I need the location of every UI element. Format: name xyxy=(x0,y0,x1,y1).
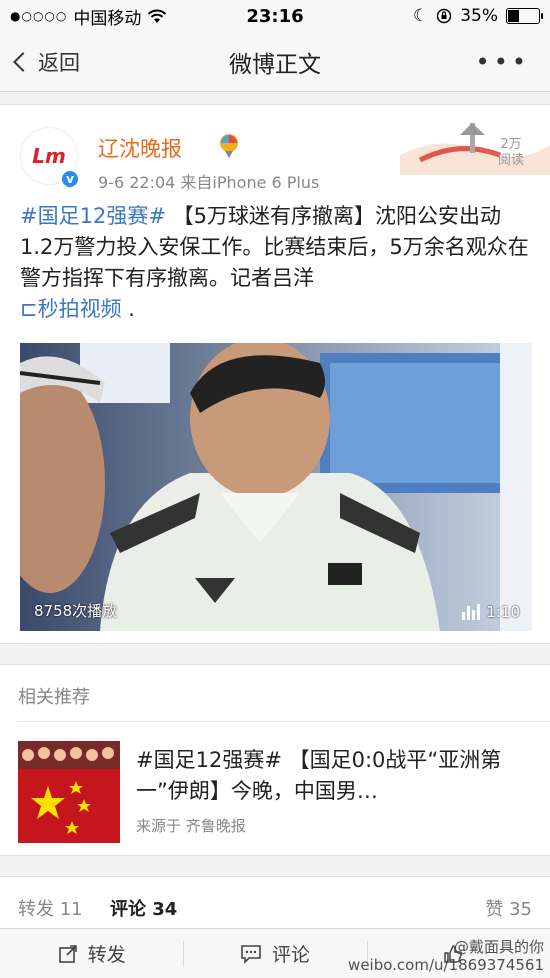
post-card: Lm v 辽沈晚报 9-6 22:04 来自iPhone 6 Plus 2万 阅… xyxy=(0,104,550,644)
member-badge-icon xyxy=(220,134,238,158)
chevron-left-icon xyxy=(13,51,33,72)
video-play-count: 8758次播放 xyxy=(34,602,118,620)
watermark-url: weibo.com/u/1869374561 xyxy=(348,956,544,974)
video-player[interactable]: 8758次播放 1:10 xyxy=(20,343,532,631)
video-link[interactable]: ⊏秒拍视频 xyxy=(20,297,122,321)
post-meta: 9-6 22:04 来自iPhone 6 Plus xyxy=(98,173,320,192)
repost-label: 转发 xyxy=(87,944,126,966)
video-link-label: 秒拍视频 xyxy=(37,297,122,321)
audio-bars-icon xyxy=(462,604,481,620)
battery-icon xyxy=(506,8,543,24)
comment-button[interactable]: 评论 xyxy=(183,929,366,978)
avatar-logo: Lm xyxy=(32,144,66,168)
related-heading: 相关推荐 xyxy=(18,687,90,708)
carrier-name: 中国移动 xyxy=(73,8,142,29)
tab-like[interactable]: 赞 35 xyxy=(485,895,532,921)
divider xyxy=(18,721,550,722)
battery-percent: 35% xyxy=(460,6,498,26)
page-title: 微博正文 xyxy=(229,51,321,78)
repost-button[interactable]: 转发 xyxy=(0,929,183,978)
video-duration-value: 1:10 xyxy=(486,603,520,621)
post-trailing: . xyxy=(121,297,135,321)
flag-thumbnail-image xyxy=(18,741,120,843)
read-count-value: 2万 xyxy=(500,137,522,152)
tab-repost[interactable]: 转发 11 xyxy=(18,895,83,921)
post-text: #国足12强赛# 【5万球迷有序撤离】沈阳公安出动1.2万警力投入安保工作。比赛… xyxy=(20,201,532,325)
read-count: 2万 阅读 xyxy=(498,137,524,169)
video-thumbnail xyxy=(20,343,532,631)
celebration-decoration-icon xyxy=(400,123,550,175)
related-section: 相关推荐 #国足12强赛# 【国足0:0战平“亚洲第一”伊朗】今晚，中国男… 来… xyxy=(0,664,550,856)
back-button[interactable]: 返回 xyxy=(13,47,80,77)
moon-icon: ☾ xyxy=(412,6,429,26)
verified-icon: v xyxy=(60,169,80,189)
watermark-handle: @戴面具的你 xyxy=(453,938,544,956)
interaction-tabs: 转发 11 评论 34 赞 35 xyxy=(0,876,550,928)
tab-comment[interactable]: 评论 34 xyxy=(110,895,177,921)
status-bar: ●○○○○ 中国移动 23:16 ☾ 35% xyxy=(0,0,550,32)
battery-fill xyxy=(508,10,520,22)
watermark: @戴面具的你 weibo.com/u/1869374561 xyxy=(348,938,544,974)
related-item-title[interactable]: #国足12强赛# 【国足0:0战平“亚洲第一”伊朗】今晚，中国男… xyxy=(136,745,536,807)
wifi-icon xyxy=(148,9,167,23)
back-label: 返回 xyxy=(38,50,80,75)
repost-icon xyxy=(58,944,77,963)
hashtag-link[interactable]: #国足12强赛# xyxy=(20,204,166,228)
related-thumbnail[interactable] xyxy=(18,741,120,843)
author-name[interactable]: 辽沈晚报 xyxy=(98,133,182,163)
signal-icon: ●○○○○ xyxy=(10,9,68,23)
comment-label: 评论 xyxy=(271,944,310,966)
nav-bar: 返回 微博正文 ••• xyxy=(0,32,550,92)
rotation-lock-icon xyxy=(436,8,452,24)
bottom-toolbar: 转发 评论 @戴面具的你 weibo.com/u/1869374561 xyxy=(0,928,550,978)
read-count-label: 阅读 xyxy=(497,153,524,168)
video-duration: 1:10 xyxy=(462,603,520,621)
comment-icon xyxy=(241,944,261,964)
related-item-source: 来源于 齐鲁晚报 xyxy=(136,817,246,835)
more-button[interactable]: ••• xyxy=(476,48,530,76)
video-link-icon: ⊏ xyxy=(20,297,38,321)
